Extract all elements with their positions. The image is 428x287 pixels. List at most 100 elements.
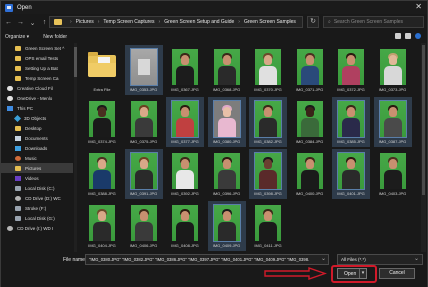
open-dropdown-icon[interactable]: ▾ <box>359 269 366 278</box>
file-name-caption: IMG_0385.JPG <box>337 139 365 144</box>
file-item[interactable]: IMG_0380.JPG <box>207 97 246 147</box>
file-name-caption: IMG_0373.JPG <box>378 87 407 92</box>
sidebar-item-label: Videos <box>25 175 39 181</box>
file-item[interactable]: IMG_0387.JPG <box>373 97 412 147</box>
forward-button[interactable]: → <box>16 19 25 26</box>
folder-icon <box>88 52 116 77</box>
file-item[interactable]: IMG_0375.JPG <box>125 97 163 147</box>
file-item[interactable]: IMG_0372.JPG <box>332 45 370 95</box>
file-item[interactable]: IMG_0374.JPG <box>83 97 121 147</box>
sidebar-item[interactable]: Pictures <box>1 163 73 173</box>
sidebar-item[interactable]: OneDrive - Menlo <box>1 93 73 103</box>
file-item[interactable]: Extra File <box>83 45 121 95</box>
music-icon <box>15 155 21 161</box>
file-item[interactable]: IMG_0384.JPG <box>291 97 329 147</box>
open-dialog: Open ✕ ← → ⌄ ↑ › Pictures › Temp Screen … <box>0 0 428 287</box>
refresh-button[interactable]: ↻ <box>307 16 319 28</box>
file-item[interactable]: IMG_0398.JPG <box>249 149 287 199</box>
file-item[interactable]: IMG_0400.JPG <box>291 149 329 199</box>
file-item[interactable]: IMG_0396.JPG <box>208 149 246 199</box>
sidebar-item[interactable]: Setting Up a Bat <box>1 63 73 73</box>
sidebar-item-label: CD Drive (I:) WD I <box>17 225 54 231</box>
sidebar-item[interactable]: Green Screen Set ^ <box>1 43 73 53</box>
recent-locations-button[interactable]: ⌄ <box>28 19 37 27</box>
file-item[interactable]: IMG_0403.JPG <box>374 149 412 199</box>
sidebar-item[interactable]: OPS email Tests <box>1 53 73 63</box>
file-name-input[interactable]: "IMG_0380.JPG" "IMG_0382.JPG" "IMG_0386.… <box>85 254 329 265</box>
cancel-button[interactable]: Cancel <box>379 268 415 279</box>
sidebar-item-label: OPS email Tests <box>25 55 59 61</box>
open-button[interactable]: Open ▾ <box>337 268 367 279</box>
organize-button[interactable]: Organize ▾ <box>5 34 29 40</box>
footer: File name: "IMG_0380.JPG" "IMG_0382.JPG"… <box>1 252 427 287</box>
breadcrumb-temp-screen-captures[interactable]: Temp Screen Captures <box>103 19 154 25</box>
file-item[interactable]: IMG_0406.JPG <box>125 201 163 251</box>
sidebar-item[interactable]: Stroke (F:) <box>1 203 73 213</box>
file-name-caption: IMG_0406.JPG <box>129 243 158 248</box>
breadcrumb-pictures[interactable]: Pictures <box>76 19 94 25</box>
file-item[interactable]: IMG_0404.JPG <box>83 201 121 251</box>
sidebar-item-label: Stroke (F:) <box>25 205 47 211</box>
sidebar-item-label: Temp Screen Ca <box>25 75 59 81</box>
file-item[interactable]: IMG_0408.JPG <box>166 201 204 251</box>
file-item[interactable]: IMG_0409.JPG <box>207 201 246 251</box>
sidebar-item[interactable]: Temp Screen Ca <box>1 73 73 83</box>
file-type-select[interactable]: All Files (*.*) <box>337 254 423 265</box>
file-item[interactable]: IMG_0388.JPG <box>83 149 121 199</box>
sidebar-item-label: Pictures <box>25 165 42 171</box>
file-grid-scroll-thumb[interactable] <box>422 45 425 195</box>
file-item[interactable]: IMG_0385.JPG <box>332 97 370 147</box>
file-item[interactable]: IMG_0371.JPG <box>291 45 329 95</box>
image-thumbnail <box>379 49 406 85</box>
up-button[interactable]: ↑ <box>40 19 49 26</box>
file-name-caption: IMG_0380.JPG <box>212 139 241 144</box>
sidebar-item[interactable]: Local Disk (C:) <box>1 183 73 193</box>
sidebar-item[interactable]: Downloads <box>1 143 73 153</box>
preview-pane-icon[interactable] <box>405 33 411 39</box>
file-name-caption: IMG_0371.JPG <box>295 87 324 92</box>
file-grid-scrollbar[interactable] <box>421 43 426 252</box>
sidebar-item[interactable]: 3D Objects <box>1 113 73 123</box>
sidebar-item[interactable]: Creative Cloud Fil <box>1 83 73 93</box>
file-item[interactable]: IMG_0353.JPG <box>124 45 163 95</box>
image-thumbnail <box>172 49 198 85</box>
file-item[interactable]: IMG_0377.JPG <box>166 97 204 147</box>
file-name-caption: IMG_0353.JPG <box>129 87 158 92</box>
sidebar-scrollbar[interactable] <box>74 43 77 252</box>
image-thumbnail <box>213 49 240 85</box>
image-thumbnail <box>172 205 198 241</box>
app-icon <box>5 3 13 12</box>
close-icon[interactable]: ✕ <box>415 2 422 11</box>
file-item[interactable]: IMG_0370.JPG <box>249 45 287 95</box>
help-icon[interactable] <box>415 33 421 39</box>
sidebar-item[interactable]: CD Drive (D:) WC <box>1 193 73 203</box>
sidebar-item[interactable]: CD Drive (I:) WD I <box>1 223 73 233</box>
file-name-caption: IMG_0372.JPG <box>337 87 365 92</box>
sidebar-item[interactable]: Videos <box>1 173 73 183</box>
file-item[interactable]: IMG_0368.JPG <box>208 45 246 95</box>
back-button[interactable]: ← <box>4 19 13 26</box>
search-input[interactable]: ⌕ Search Green Screen Samples <box>323 16 424 28</box>
file-item[interactable]: IMG_0401.JPG <box>332 149 370 199</box>
sidebar-item[interactable]: Local Disk (G:) <box>1 213 73 223</box>
cube-icon <box>13 114 22 122</box>
address-bar[interactable]: › Pictures › Temp Screen Captures › Gree… <box>49 16 303 28</box>
file-item[interactable]: IMG_0411.JPG <box>249 201 287 251</box>
sidebar-item[interactable]: Documents <box>1 133 73 143</box>
sidebar-scroll-thumb[interactable] <box>74 47 77 77</box>
file-item[interactable]: IMG_0367.JPG <box>166 45 204 95</box>
sidebar-item[interactable]: Desktop <box>1 123 73 133</box>
file-name-caption: IMG_0403.JPG <box>378 191 407 196</box>
breadcrumb-green-screen-samples[interactable]: Green Screen Samples <box>244 19 296 25</box>
sidebar-item[interactable]: This PC <box>1 103 73 113</box>
file-item[interactable]: IMG_0391.JPG <box>124 149 163 199</box>
file-item[interactable]: IMG_0382.JPG <box>249 97 287 147</box>
file-item[interactable]: IMG_0373.JPG <box>374 45 412 95</box>
view-options-icon[interactable] <box>395 33 401 39</box>
breadcrumb-green-screen-setup[interactable]: Green Screen Setup and Guide <box>164 19 234 25</box>
file-item[interactable]: IMG_0392.JPG <box>166 149 204 199</box>
sidebar-item[interactable]: Music <box>1 153 73 163</box>
new-folder-button[interactable]: New folder <box>43 34 67 40</box>
chevron-right-icon: › <box>97 19 100 25</box>
drive-icon <box>15 205 21 211</box>
